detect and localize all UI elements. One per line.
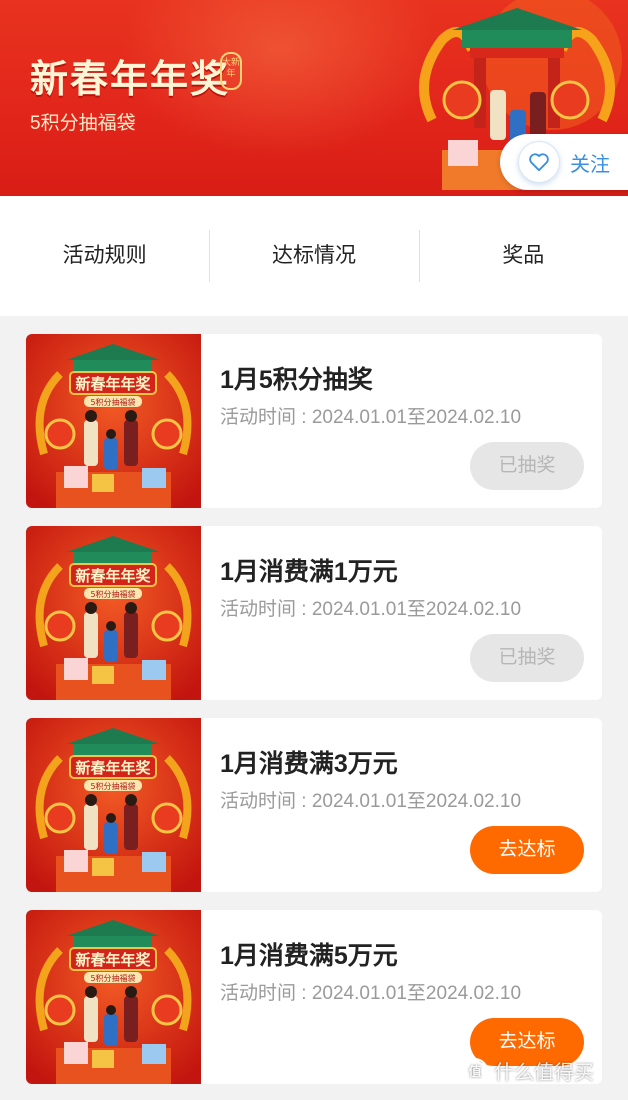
- watermark-text: 什么值得买: [494, 1062, 594, 1084]
- tab-rules[interactable]: 活动规则: [0, 230, 209, 282]
- activity-thumbnail: 新春年年奖 5积分抽福袋: [26, 526, 201, 700]
- svg-text:5积分抽福袋: 5积分抽福袋: [90, 589, 135, 599]
- follow-button[interactable]: 关注: [500, 134, 628, 190]
- banner-subtitle: 5积分抽福袋: [30, 113, 136, 134]
- banner-title: 新春年年奖: [30, 59, 231, 101]
- activity-time: 活动时间 : 2024.01.01至2024.02.10: [220, 983, 522, 1004]
- site-watermark: 值 什么值得买: [462, 1056, 594, 1085]
- svg-text:5积分抽福袋: 5积分抽福袋: [90, 781, 135, 791]
- svg-text:新春年年奖: 新春年年奖: [75, 759, 151, 777]
- promo-banner: 新春年年奖 大新年 5积分抽福袋 关注: [0, 0, 628, 196]
- activity-card[interactable]: 新春年年奖 5积分抽福袋 1月5积分抽奖 活动时间 : 2024.01.01至2…: [26, 334, 602, 508]
- svg-text:5积分抽福袋: 5积分抽福袋: [90, 973, 135, 983]
- activity-card[interactable]: 新春年年奖 5积分抽福袋 1月消费满3万元 活动时间 : 2024.01.01至…: [26, 718, 602, 892]
- activity-title: 1月消费满3万元: [220, 750, 398, 778]
- activity-time: 活动时间 : 2024.01.01至2024.02.10: [220, 791, 522, 812]
- drawn-button: 已抽奖: [470, 442, 584, 490]
- activity-time: 活动时间 : 2024.01.01至2024.02.10: [220, 407, 522, 428]
- watermark-logo: 值: [462, 1057, 488, 1084]
- activity-time: 活动时间 : 2024.01.01至2024.02.10: [220, 599, 522, 620]
- activity-title: 1月消费满1万元: [220, 558, 398, 586]
- activity-list: 新春年年奖 5积分抽福袋 1月5积分抽奖 活动时间 : 2024.01.01至2…: [26, 334, 602, 1100]
- drawn-button: 已抽奖: [470, 634, 584, 682]
- tab-progress[interactable]: 达标情况: [209, 230, 418, 282]
- activity-title: 1月5积分抽奖: [220, 366, 373, 394]
- activity-card[interactable]: 新春年年奖 5积分抽福袋 1月消费满1万元 活动时间 : 2024.01.01至…: [26, 526, 602, 700]
- follow-label: 关注: [570, 153, 610, 176]
- activity-thumbnail: 新春年年奖 5积分抽福袋: [26, 910, 201, 1084]
- svg-text:新春年年奖: 新春年年奖: [75, 951, 151, 969]
- activity-thumbnail: 新春年年奖 5积分抽福袋: [26, 334, 201, 508]
- go-qualify-button[interactable]: 去达标: [470, 826, 584, 874]
- activity-thumbnail: 新春年年奖 5积分抽福袋: [26, 718, 201, 892]
- svg-text:新春年年奖: 新春年年奖: [75, 567, 151, 585]
- svg-text:新春年年奖: 新春年年奖: [75, 375, 151, 393]
- svg-text:5积分抽福袋: 5积分抽福袋: [90, 397, 135, 407]
- heart-icon: [518, 141, 560, 183]
- banner-seal: 大新年: [220, 52, 242, 90]
- tab-bar: 活动规则 达标情况 奖品: [0, 196, 628, 316]
- tab-prizes[interactable]: 奖品: [418, 230, 628, 282]
- activity-title: 1月消费满5万元: [220, 942, 398, 970]
